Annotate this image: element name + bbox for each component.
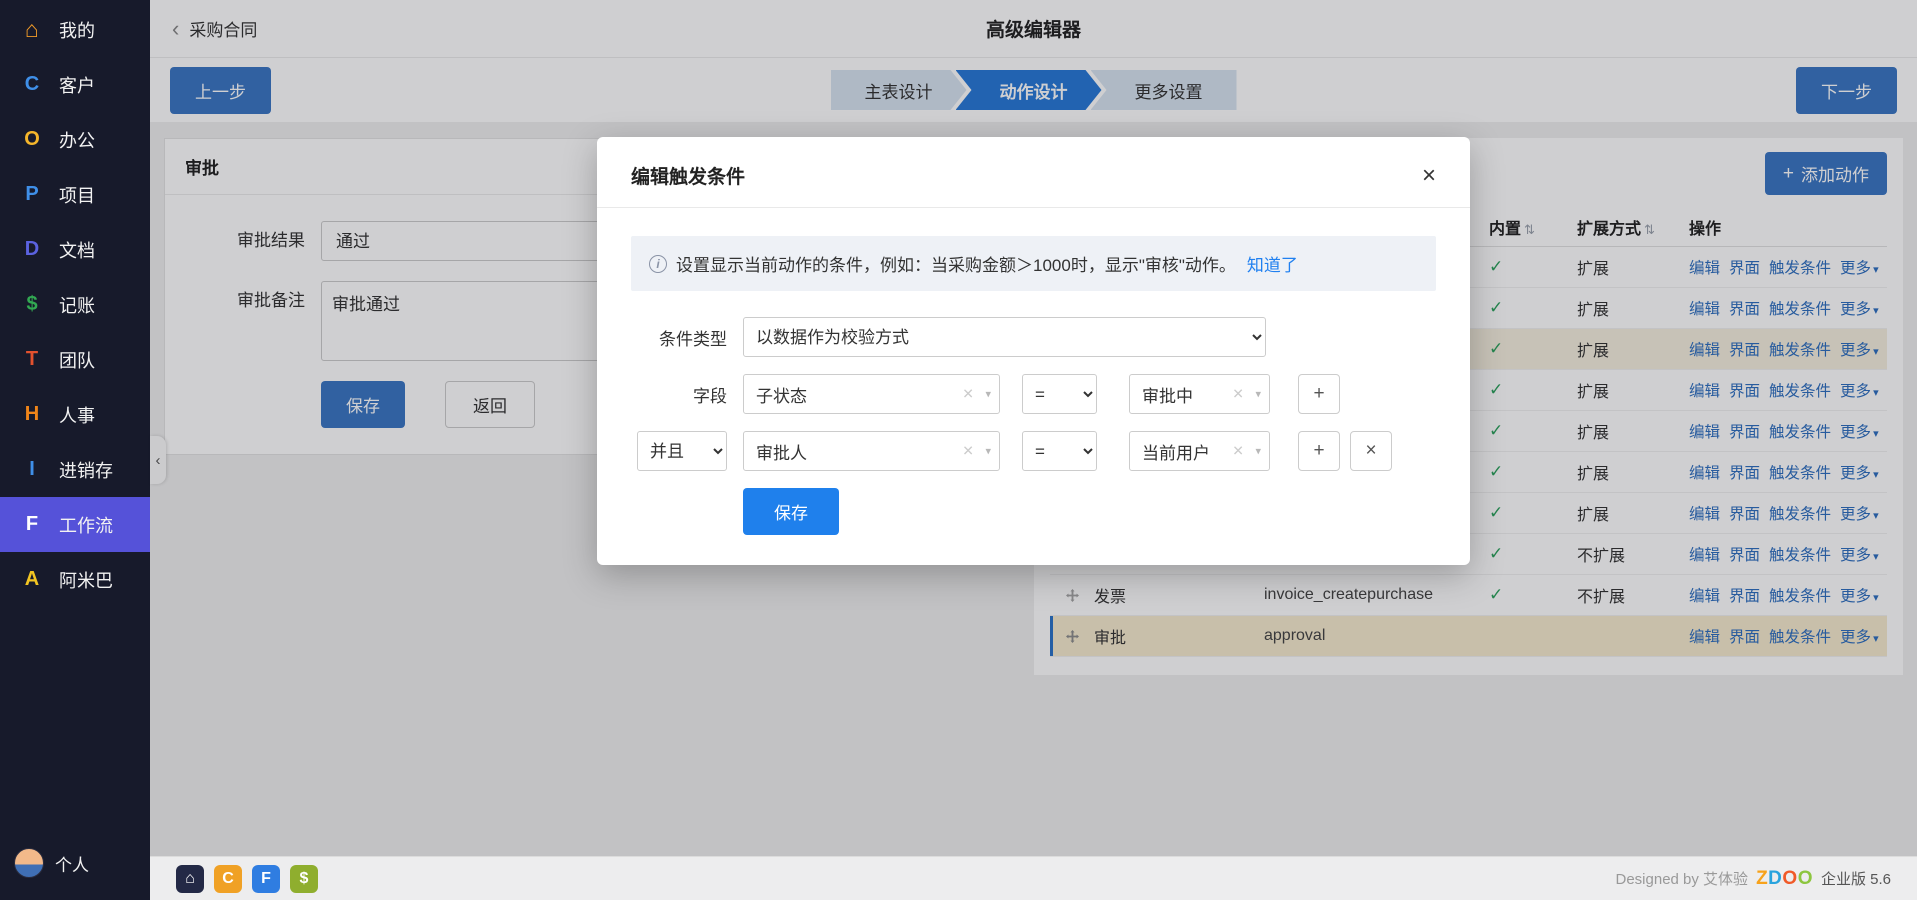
conjunction-select[interactable]: 并且 (637, 431, 727, 471)
modal-save-button[interactable]: 保存 (743, 488, 839, 535)
field-combo: ✕ ▾ (743, 374, 1000, 414)
team-icon: T (18, 348, 46, 371)
add-condition-button[interactable]: + (1298, 431, 1340, 471)
sidebar-item-label: 人事 (59, 402, 95, 428)
project-icon: P (18, 183, 46, 206)
sidebar-item-label: 进销存 (59, 457, 113, 483)
chevron-down-icon[interactable]: ▾ (1255, 388, 1261, 401)
condition-form: 条件类型 以数据作为校验方式 字段 ✕ ▾ = ✕ ▾ + (597, 291, 1470, 565)
avatar (14, 848, 44, 878)
sidebar-item-label: 记账 (59, 292, 95, 318)
sidebar-item-team[interactable]: T 团队 (0, 332, 150, 387)
clear-icon[interactable]: ✕ (1232, 443, 1244, 460)
modal-info-text: 设置显示当前动作的条件，例如：当采购金额＞1000时，显示"审核"动作。 (676, 251, 1236, 276)
chevron-down-icon[interactable]: ▾ (985, 388, 991, 401)
clear-icon[interactable]: ✕ (962, 443, 974, 460)
zdoo-logo: Z D O O (1756, 868, 1813, 890)
chevron-down-icon[interactable]: ▾ (985, 445, 991, 458)
sidebar-profile[interactable]: 个人 (0, 838, 150, 888)
condition-type-label: 条件类型 (631, 325, 727, 350)
condition-type-select[interactable]: 以数据作为校验方式 (743, 317, 1266, 357)
crm-icon: C (18, 73, 46, 96)
sidebar-item-label: 办公 (59, 127, 95, 153)
footer-cash-icon[interactable]: $ (290, 865, 318, 893)
home-icon: ⌂ (18, 16, 46, 43)
remove-condition-button[interactable]: × (1350, 431, 1392, 471)
sidebar-item-label: 阿米巴 (59, 567, 113, 593)
sidebar-item-label: 我的 (59, 17, 95, 43)
value-input[interactable] (1129, 374, 1270, 414)
sidebar-item-label: 项目 (59, 182, 95, 208)
sidebar: ⌂ 我的 C 客户 O 办公 P 项目 D 文档 $ 记账 T 团队 H 人事 (0, 0, 150, 900)
sidebar-item-amoeba[interactable]: A 阿米巴 (0, 552, 150, 607)
sidebar-item-label: 客户 (59, 72, 95, 98)
amoeba-icon: A (18, 568, 46, 591)
sidebar-item-oa[interactable]: O 办公 (0, 112, 150, 167)
field-combo: ✕ ▾ (743, 431, 1000, 471)
close-icon[interactable]: × (1422, 164, 1436, 188)
info-icon: i (649, 255, 667, 273)
footer-flow-icon[interactable]: F (252, 865, 280, 893)
chevron-down-icon[interactable]: ▾ (1255, 445, 1261, 458)
edit-trigger-condition-modal: 编辑触发条件 × i 设置显示当前动作的条件，例如：当采购金额＞1000时，显示… (597, 137, 1470, 565)
sidebar-item-crm[interactable]: C 客户 (0, 57, 150, 112)
value-input[interactable] (1129, 431, 1270, 471)
sidebar-item-project[interactable]: P 项目 (0, 167, 150, 222)
edition-text: 企业版 5.6 (1821, 868, 1891, 889)
hr-icon: H (18, 403, 46, 426)
sidebar-item-flow[interactable]: F 工作流 (0, 497, 150, 552)
modal-title: 编辑触发条件 (631, 162, 745, 189)
sidebar-item-label: 工作流 (59, 512, 113, 538)
clear-icon[interactable]: ✕ (1232, 386, 1244, 403)
sidebar-items: ⌂ 我的 C 客户 O 办公 P 项目 D 文档 $ 记账 T 团队 H 人事 (0, 0, 150, 607)
footer: ⌂ C F $ Designed by 艾体验 Z D O O 企业版 5.6 (150, 856, 1917, 900)
sidebar-item-label: 团队 (59, 347, 95, 373)
sidebar-item-my[interactable]: ⌂ 我的 (0, 2, 150, 57)
modal-info-bar: i 设置显示当前动作的条件，例如：当采购金额＞1000时，显示"审核"动作。 知… (631, 236, 1436, 291)
footer-crm-icon[interactable]: C (214, 865, 242, 893)
got-it-link[interactable]: 知道了 (1247, 251, 1298, 276)
sidebar-item-cash[interactable]: $ 记账 (0, 277, 150, 332)
value-combo: ✕ ▾ (1129, 374, 1270, 414)
sidebar-item-label: 文档 (59, 237, 95, 263)
footer-home-icon[interactable]: ⌂ (176, 865, 204, 893)
value-combo: ✕ ▾ (1129, 431, 1270, 471)
clear-icon[interactable]: ✕ (962, 386, 974, 403)
operator-select[interactable]: = (1022, 374, 1097, 414)
cash-icon: $ (18, 293, 46, 316)
doc-icon: D (18, 238, 46, 261)
field-label: 字段 (631, 382, 727, 407)
profile-label: 个人 (55, 851, 89, 876)
oa-icon: O (18, 128, 46, 151)
sidebar-item-psi[interactable]: I 进销存 (0, 442, 150, 497)
flow-icon: F (18, 513, 46, 536)
psi-icon: I (18, 458, 46, 481)
sidebar-item-hr[interactable]: H 人事 (0, 387, 150, 442)
designed-by-text: Designed by 艾体验 (1616, 868, 1749, 889)
operator-select[interactable]: = (1022, 431, 1097, 471)
add-condition-button[interactable]: + (1298, 374, 1340, 414)
sidebar-item-doc[interactable]: D 文档 (0, 222, 150, 277)
page: { "colors": { "accent_blue": "#2080f0", … (0, 0, 1917, 900)
